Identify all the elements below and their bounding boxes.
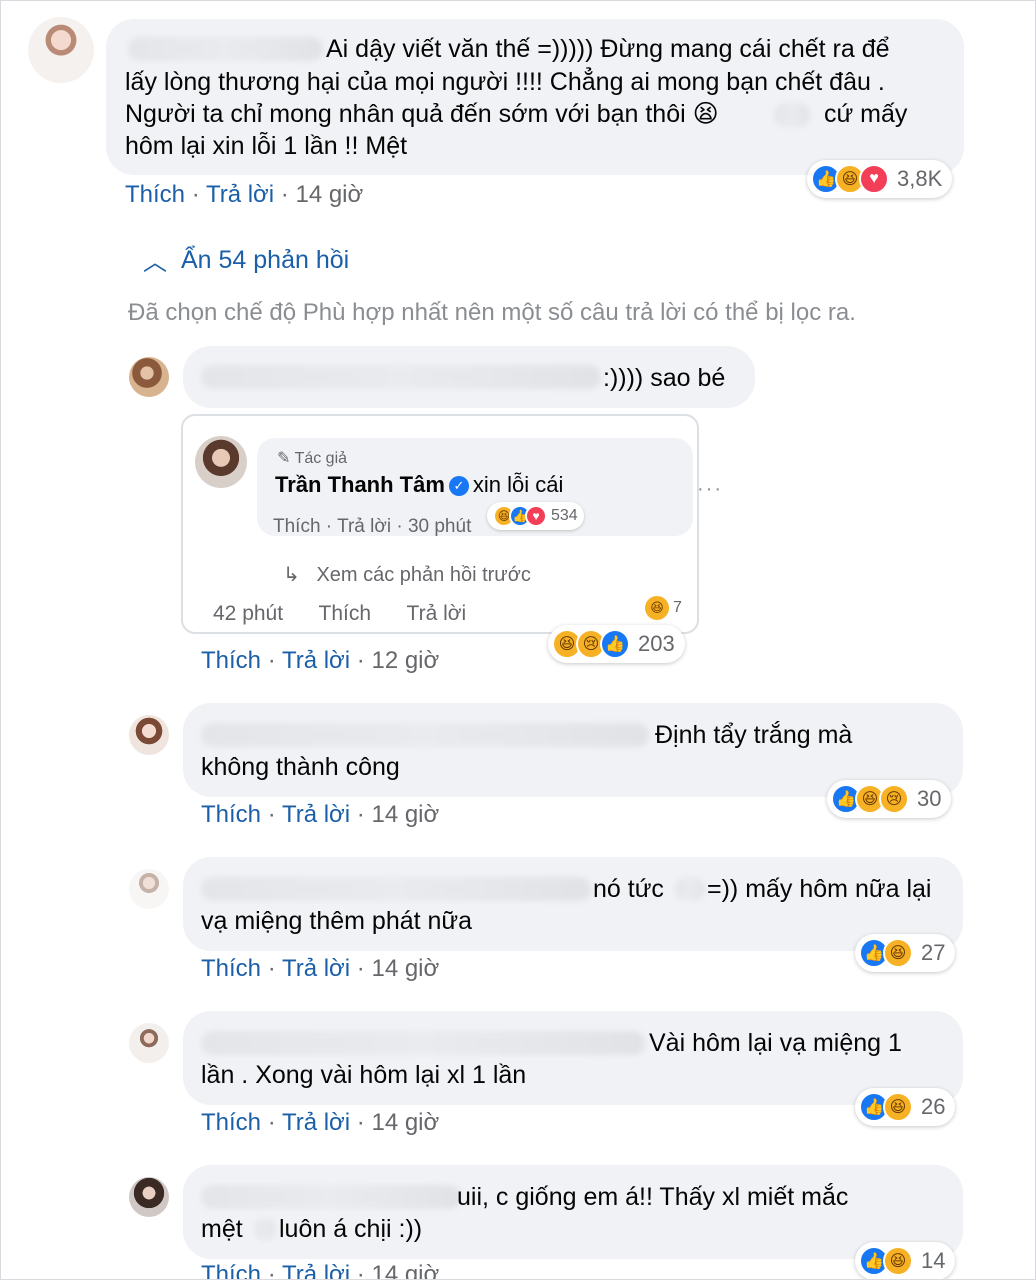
like-link[interactable]: Thích — [201, 1261, 261, 1279]
reaction-count: 26 — [921, 1094, 946, 1119]
blurred-name — [201, 365, 601, 389]
author-badge: ✎ Tác giả — [277, 450, 348, 467]
blurred-name — [128, 37, 323, 61]
comment-actions: Thích · Trả lời · 14 giờ — [201, 801, 440, 828]
quoted-author: Trần Thanh Tâm ✓ xin lỗi cái — [275, 472, 564, 497]
avatar[interactable] — [129, 869, 169, 909]
comment-text: nó tức — [593, 875, 664, 903]
reply-link[interactable]: Trả lời — [282, 955, 350, 982]
quoted-actions: Thích · Trả lời · 30 phút — [273, 516, 472, 537]
quoted-reaction-summary: 😆 👍 ♥ 534 — [487, 502, 584, 530]
comment-text: Định tẩy trắng mà — [655, 721, 853, 749]
avatar[interactable] — [129, 1177, 169, 1217]
haha-icon: 😆 — [883, 1092, 913, 1122]
love-icon: ♥ — [525, 505, 547, 527]
reply-link[interactable]: Trả lời — [282, 801, 350, 828]
comment-text: vạ miệng thêm phát nữa — [201, 907, 473, 935]
reaction-summary[interactable]: 👍 😆 14 — [855, 1242, 956, 1279]
blurred-name — [201, 877, 591, 901]
quoted-bottom-actions: 42 phút Thích Trả lời — [213, 602, 467, 625]
haha-icon: 😆 — [645, 596, 669, 620]
reaction-count: 14 — [921, 1248, 946, 1273]
reaction-count: 30 — [917, 786, 942, 811]
haha-icon: 😆 — [883, 1246, 913, 1276]
reaction-count: 27 — [921, 940, 946, 965]
comment-bubble: :)))) sao bé — [183, 346, 755, 408]
reaction-summary[interactable]: 👍 😆 ♥ 3,8K — [807, 160, 953, 198]
blurred-name — [201, 723, 649, 747]
like-icon: 👍 — [600, 629, 630, 659]
like-link[interactable]: Thích — [125, 181, 185, 208]
blurred-text — [774, 103, 810, 127]
verified-icon: ✓ — [448, 476, 469, 497]
comment-bubble: Ai dậy viết văn thế =))))) Đừng mang cái… — [106, 19, 964, 175]
like-link[interactable]: Thích — [201, 955, 261, 982]
like-link[interactable]: Thích — [201, 647, 261, 674]
comment-text: không thành công — [201, 753, 400, 781]
hide-replies-label: Ẩn 54 phản hồi — [181, 246, 350, 274]
filter-note: Đã chọn chế độ Phù hợp nhất nên một số c… — [128, 299, 856, 326]
reaction-count: 203 — [638, 631, 675, 656]
reaction-count: 3,8K — [897, 166, 943, 191]
quoted-small-reaction: 😆 7 — [645, 596, 682, 620]
timestamp[interactable]: 12 giờ — [371, 647, 439, 674]
comment-text: :)))) sao bé — [603, 364, 726, 392]
comment-actions: Thích · Trả lời · 14 giờ — [201, 1109, 440, 1136]
avatar[interactable] — [129, 1023, 169, 1063]
reply-link[interactable]: Trả lời — [206, 181, 274, 208]
comment-bubble: uii, c giống em á!! Thấy xl miết mắc mệt… — [183, 1165, 963, 1259]
comment-text: uii, c giống em á!! Thấy xl miết mắc — [457, 1183, 849, 1211]
comment-thread: Ai dậy viết văn thế =))))) Đừng mang cái… — [0, 0, 1036, 1280]
comment-text: =)) mấy hôm nữa lại — [707, 875, 932, 903]
comment-text: luôn á chịi :)) — [279, 1215, 423, 1243]
timestamp[interactable]: 14 giờ — [371, 955, 439, 982]
blurred-text — [675, 877, 705, 901]
avatar — [195, 436, 247, 488]
avatar[interactable] — [129, 357, 169, 397]
reply-link[interactable]: Trả lời — [282, 1109, 350, 1136]
comment-actions: Thích · Trả lời · 14 giờ — [201, 955, 440, 982]
comment-actions: Thích · Trả lời · 14 giờ — [125, 181, 364, 208]
avatar[interactable] — [129, 715, 169, 755]
reaction-summary[interactable]: 👍 😆 27 — [855, 934, 956, 972]
comment-text: lần . Xong vài hôm lại xl 1 lần — [201, 1061, 527, 1089]
timestamp[interactable]: 14 giờ — [371, 801, 439, 828]
like-link[interactable]: Thích — [201, 801, 261, 828]
comment-text: hôm lại xin lỗi 1 lần !! Mệt — [125, 132, 408, 160]
reaction-summary[interactable]: 👍 😆 26 — [855, 1088, 956, 1126]
timestamp[interactable]: 14 giờ — [371, 1109, 439, 1136]
comment-bubble: nó tức =)) mấy hôm nữa lại vạ miệng thêm… — [183, 857, 963, 951]
comment-text: Người ta chỉ mong nhân quả đến sớm với b… — [125, 100, 719, 128]
comment-text: Ai dậy viết văn thế =))))) Đừng mang cái… — [326, 35, 890, 63]
comment-text: Vài hôm lại vạ miệng 1 — [649, 1029, 902, 1057]
avatar[interactable] — [28, 17, 94, 83]
chevron-up-icon: ︿ — [143, 249, 167, 276]
comment-text: mệt — [201, 1215, 243, 1243]
hide-replies-toggle[interactable]: ︿ Ẩn 54 phản hồi — [143, 243, 349, 278]
more-icon: ··· — [697, 478, 723, 500]
haha-icon: 😆 — [883, 938, 913, 968]
reaction-summary[interactable]: 😆 😢 👍 203 — [548, 625, 685, 663]
reply-link[interactable]: Trả lời — [282, 647, 350, 674]
comment-bubble: Vài hôm lại vạ miệng 1 lần . Xong vài hô… — [183, 1011, 963, 1105]
comment-actions: Thích · Trả lời · 14 giờ — [201, 1261, 439, 1279]
comment-actions: Thích · Trả lời · 12 giờ — [201, 647, 440, 674]
comment-text: cứ mấy — [824, 100, 908, 128]
view-previous-replies: ↳ Xem các phản hồi trước — [283, 564, 531, 586]
blurred-name — [201, 1031, 645, 1055]
timestamp[interactable]: 14 giờ — [371, 1261, 439, 1279]
like-link[interactable]: Thích — [201, 1109, 261, 1136]
blurred-name — [201, 1185, 461, 1209]
love-icon: ♥ — [859, 164, 889, 194]
timestamp[interactable]: 14 giờ — [295, 181, 363, 208]
attached-screenshot[interactable]: ✎ Tác giả Trần Thanh Tâm ✓ xin lỗi cái ···… — [181, 414, 721, 634]
sad-icon: 😢 — [879, 784, 909, 814]
reaction-summary[interactable]: 👍 😆 😢 30 — [827, 780, 952, 818]
reply-link[interactable]: Trả lời — [282, 1261, 350, 1279]
comment-text: lấy lòng thương hại của mọi người !!!! C… — [125, 68, 885, 96]
blurred-text — [255, 1217, 275, 1241]
